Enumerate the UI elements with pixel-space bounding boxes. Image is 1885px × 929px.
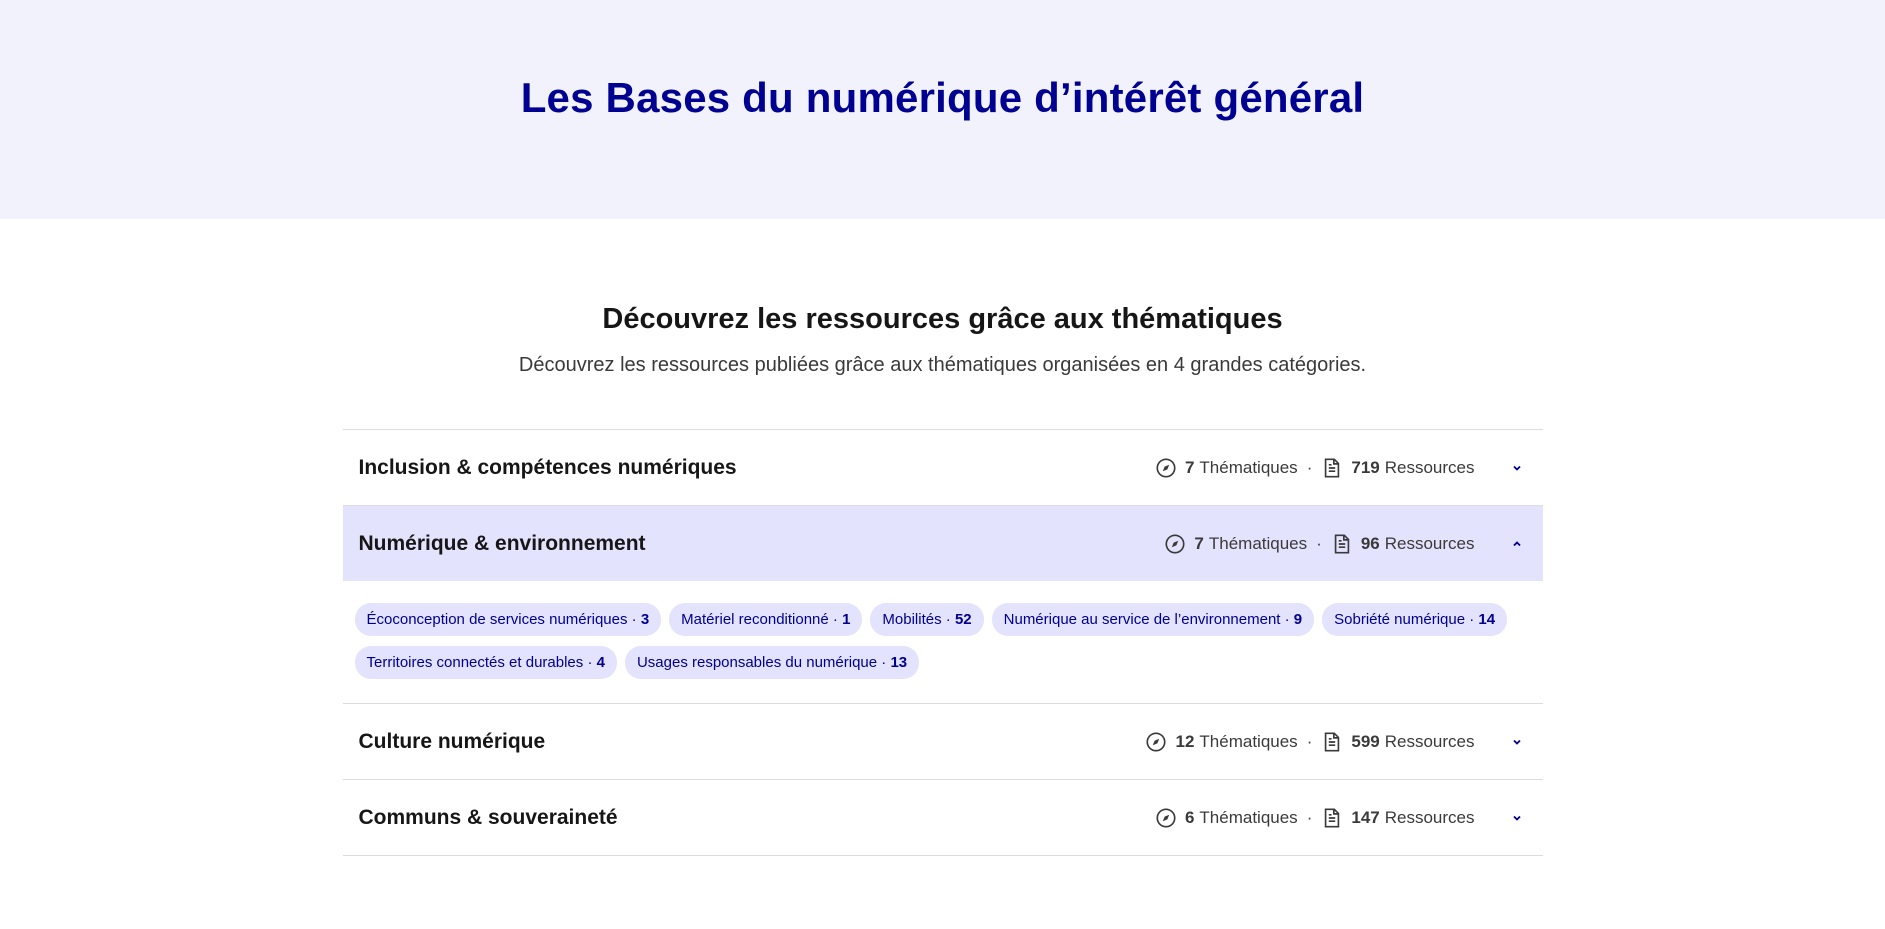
ressources-label: Ressources — [1384, 807, 1475, 827]
category-item: Inclusion & compétences numériques 7 Thé… — [342, 430, 1543, 506]
thematiques-label: Thématiques — [1208, 533, 1308, 553]
tag-count: 13 — [890, 654, 908, 671]
thematique-tag[interactable]: Numérique au service de l’environnement … — [991, 603, 1315, 636]
chevron-down-icon — [1509, 460, 1525, 476]
category-item: Numérique & environnement 7 Thématiques … — [342, 506, 1543, 704]
meta-separator: · — [1306, 731, 1313, 751]
thematiques-tag-list: Écoconception de services numériques · 3… — [343, 581, 1543, 703]
meta-separator: · — [1306, 457, 1313, 477]
thematique-tag[interactable]: Matériel reconditionné · 1 — [669, 603, 863, 636]
category-header-inclusion[interactable]: Inclusion & compétences numériques 7 Thé… — [343, 430, 1543, 505]
thematique-tag[interactable]: Usages responsables du numérique · 13 — [624, 646, 920, 679]
ressources-label: Ressources — [1384, 533, 1475, 553]
tag-label: Écoconception de services numériques · — [366, 611, 641, 628]
thematique-tag[interactable]: Mobilités · 52 — [870, 603, 984, 636]
document-icon — [1321, 807, 1343, 829]
section-subtitle: Découvrez les ressources publiées grâce … — [518, 354, 1367, 376]
compass-icon — [1155, 457, 1177, 479]
tag-count: 9 — [1293, 611, 1303, 628]
hero-banner: Les Bases du numérique d’intérêt général — [0, 0, 1885, 219]
tag-label: Mobilités · — [882, 611, 955, 628]
category-title: Numérique & environnement — [358, 531, 646, 555]
document-icon — [1321, 457, 1343, 479]
tag-label: Usages responsables du numérique · — [636, 654, 891, 671]
ressources-count: 719 — [1351, 457, 1380, 477]
ressources-label: Ressources — [1384, 457, 1475, 477]
tag-count: 1 — [842, 611, 851, 628]
tag-label: Numérique au service de l’environnement … — [1003, 611, 1294, 628]
document-icon — [1331, 533, 1353, 555]
thematique-tag[interactable]: Sobriété numérique · 14 — [1322, 603, 1508, 636]
tag-count: 4 — [596, 654, 605, 671]
thematiques-section: Découvrez les ressources grâce aux théma… — [342, 219, 1543, 856]
categories-accordion: Inclusion & compétences numériques 7 Thé… — [342, 429, 1543, 856]
category-item: Culture numérique 12 Thématiques · 599 R… — [342, 704, 1543, 780]
document-icon — [1321, 731, 1343, 753]
thematiques-count: 6 — [1184, 807, 1195, 827]
tag-count: 14 — [1478, 611, 1496, 628]
category-title: Culture numérique — [358, 729, 546, 753]
tag-count: 52 — [954, 611, 972, 628]
thematiques-label: Thématiques — [1199, 457, 1298, 477]
tag-label: Territoires connectés et durables · — [366, 654, 597, 671]
chevron-down-icon — [1509, 734, 1525, 750]
category-meta: 6 Thématiques · 147 Ressources — [1155, 807, 1475, 829]
ressources-count: 147 — [1351, 807, 1380, 827]
category-meta: 7 Thématiques · 719 Ressources — [1155, 457, 1475, 479]
thematiques-label: Thématiques — [1199, 731, 1298, 751]
tag-label: Matériel reconditionné · — [681, 611, 843, 628]
ressources-count: 599 — [1351, 731, 1380, 751]
page-title: Les Bases du numérique d’intérêt général — [520, 74, 1365, 121]
category-header-culture[interactable]: Culture numérique 12 Thématiques · 599 R… — [343, 704, 1543, 779]
compass-icon — [1164, 533, 1186, 555]
category-header-environnement[interactable]: Numérique & environnement 7 Thématiques … — [342, 506, 1543, 581]
meta-separator: · — [1316, 533, 1322, 553]
category-meta: 7 Thématiques · 96 Ressources — [1164, 533, 1475, 555]
chevron-down-icon — [1509, 810, 1525, 826]
thematiques-label: Thématiques — [1199, 807, 1298, 827]
section-title: Découvrez les ressources grâce aux théma… — [602, 303, 1283, 335]
category-title: Communs & souveraineté — [358, 805, 618, 829]
category-header-communs[interactable]: Communs & souveraineté 6 Thématiques · 1… — [343, 780, 1543, 855]
thematiques-count: 7 — [1194, 533, 1204, 553]
tag-count: 3 — [640, 611, 650, 628]
compass-icon — [1155, 807, 1177, 829]
ressources-count: 96 — [1360, 533, 1380, 553]
tag-label: Sobriété numérique · — [1334, 611, 1479, 628]
meta-separator: · — [1306, 807, 1313, 827]
category-title: Inclusion & compétences numériques — [358, 455, 737, 479]
category-item: Communs & souveraineté 6 Thématiques · 1… — [342, 780, 1543, 856]
thematiques-count: 7 — [1184, 457, 1195, 477]
ressources-label: Ressources — [1384, 731, 1475, 751]
chevron-up-icon — [1509, 536, 1525, 552]
compass-icon — [1145, 731, 1167, 753]
category-meta: 12 Thématiques · 599 Ressources — [1145, 731, 1475, 753]
thematique-tag[interactable]: Écoconception de services numériques · 3 — [354, 603, 662, 636]
thematiques-count: 12 — [1175, 731, 1195, 751]
thematique-tag[interactable]: Territoires connectés et durables · 4 — [354, 646, 617, 679]
